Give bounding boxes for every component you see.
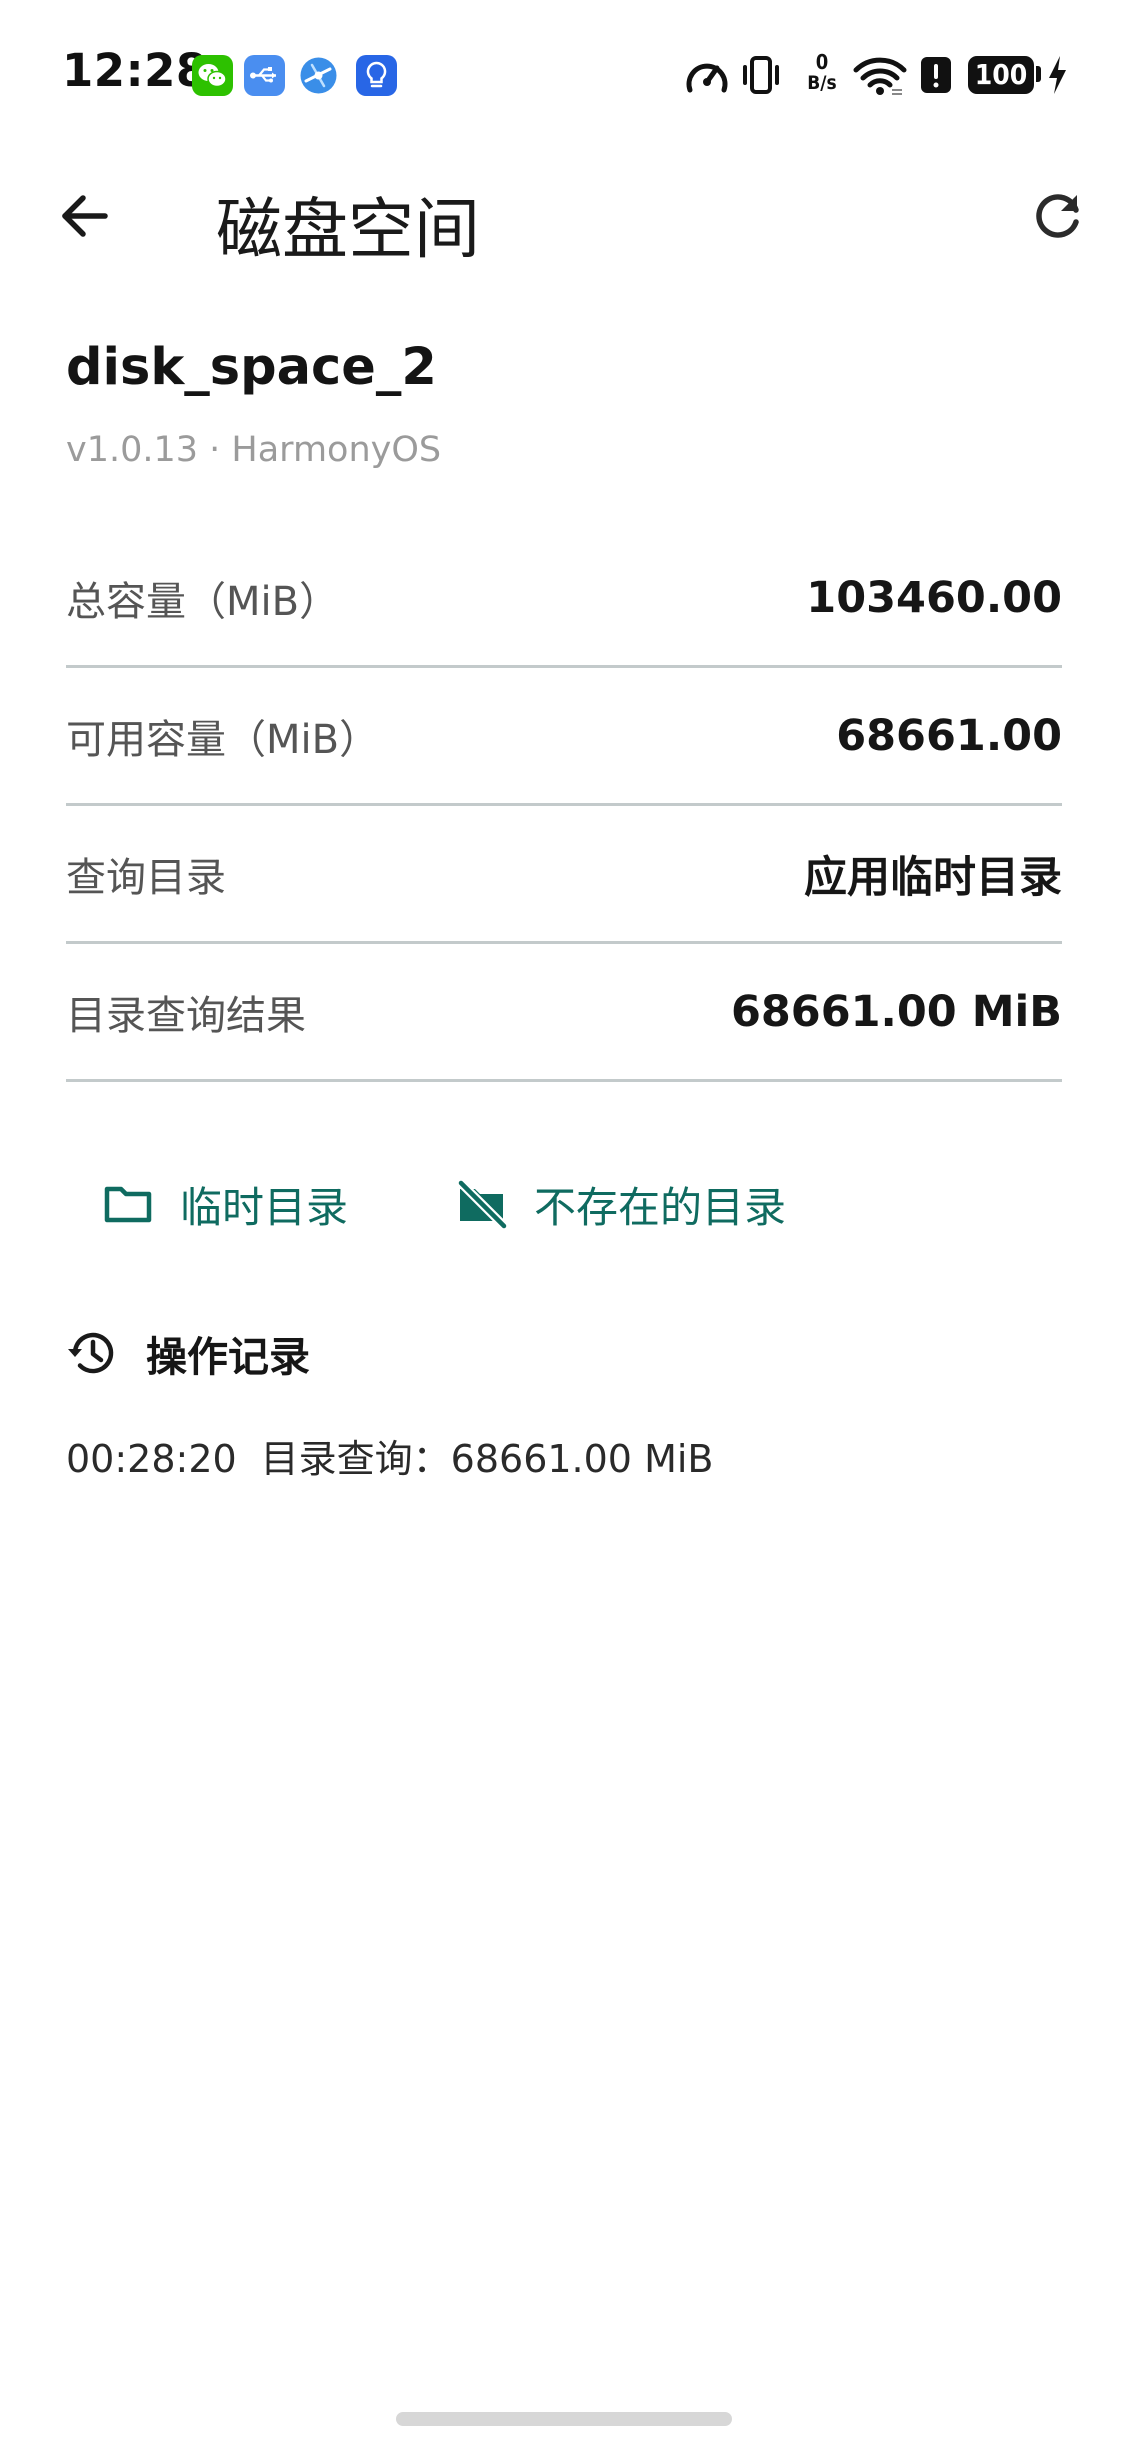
back-button[interactable] — [46, 180, 122, 256]
app-name: disk_space_2 — [66, 338, 437, 397]
log-title: 操作记录 — [146, 1333, 310, 1381]
info-label: 查询目录 — [66, 854, 226, 901]
lightbulb-icon — [356, 55, 397, 96]
info-label: 可用容量（MiB） — [66, 716, 380, 763]
missing-dir-button[interactable]: 不存在的目录 — [456, 1164, 786, 1244]
app-meta: v1.0.13 · HarmonyOS — [66, 430, 442, 470]
info-value: 103460.00 — [806, 572, 1062, 623]
missing-dir-label: 不存在的目录 — [534, 1182, 787, 1232]
info-value: 68661.00 MiB — [730, 986, 1062, 1037]
log-entry-message: 目录查询：68661.00 MiB — [260, 1437, 714, 1481]
info-label: 目录查询结果 — [66, 992, 306, 1039]
log-header: 操作记录 — [66, 1318, 310, 1388]
info-label: 总容量（MiB） — [66, 578, 340, 625]
log-entry: 00:28:20 目录查询：68661.00 MiB — [66, 1428, 713, 1483]
arrow-left-icon — [57, 189, 111, 247]
info-list: 总容量（MiB） 103460.00 可用容量（MiB） 68661.00 查询… — [66, 530, 1062, 1082]
alert-icon — [920, 56, 952, 94]
history-icon — [66, 1327, 118, 1379]
log-entry-time: 00:28:20 — [66, 1437, 237, 1481]
speedometer-icon — [684, 54, 730, 96]
usb-icon — [244, 55, 285, 96]
wechat-icon — [192, 55, 233, 96]
refresh-button[interactable] — [1020, 180, 1096, 256]
app-bar: 磁盘空间 — [0, 150, 1128, 280]
info-row-query-directory: 查询目录 应用临时目录 — [66, 806, 1062, 944]
folder-icon — [102, 1178, 154, 1230]
network-speed-unit: B/s — [807, 72, 837, 94]
network-speed-icon: 0 B/s — [800, 52, 844, 94]
charging-icon — [1046, 54, 1068, 96]
temp-dir-label: 临时目录 — [180, 1182, 349, 1232]
info-row-query-result: 目录查询结果 68661.00 MiB — [66, 944, 1062, 1082]
info-value: 应用临时目录 — [804, 852, 1062, 903]
folder-off-icon — [456, 1178, 508, 1230]
page-title: 磁盘空间 — [216, 191, 480, 268]
info-row-total-capacity: 总容量（MiB） 103460.00 — [66, 530, 1062, 668]
info-value: 68661.00 — [836, 710, 1062, 761]
network-speed-value: 0 — [815, 50, 829, 74]
battery-icon: 100 — [968, 56, 1034, 94]
browser-icon — [298, 55, 339, 96]
status-bar: 12:28 0 B/s 100 — [0, 0, 1128, 150]
info-row-available-capacity: 可用容量（MiB） 68661.00 — [66, 668, 1062, 806]
battery-tip — [1036, 66, 1041, 82]
wifi-icon — [852, 54, 908, 96]
refresh-icon — [1030, 188, 1086, 248]
temp-dir-button[interactable]: 临时目录 — [102, 1164, 348, 1244]
home-indicator[interactable] — [396, 2412, 732, 2426]
status-time: 12:28 — [62, 44, 208, 97]
vibrate-icon — [740, 54, 782, 96]
